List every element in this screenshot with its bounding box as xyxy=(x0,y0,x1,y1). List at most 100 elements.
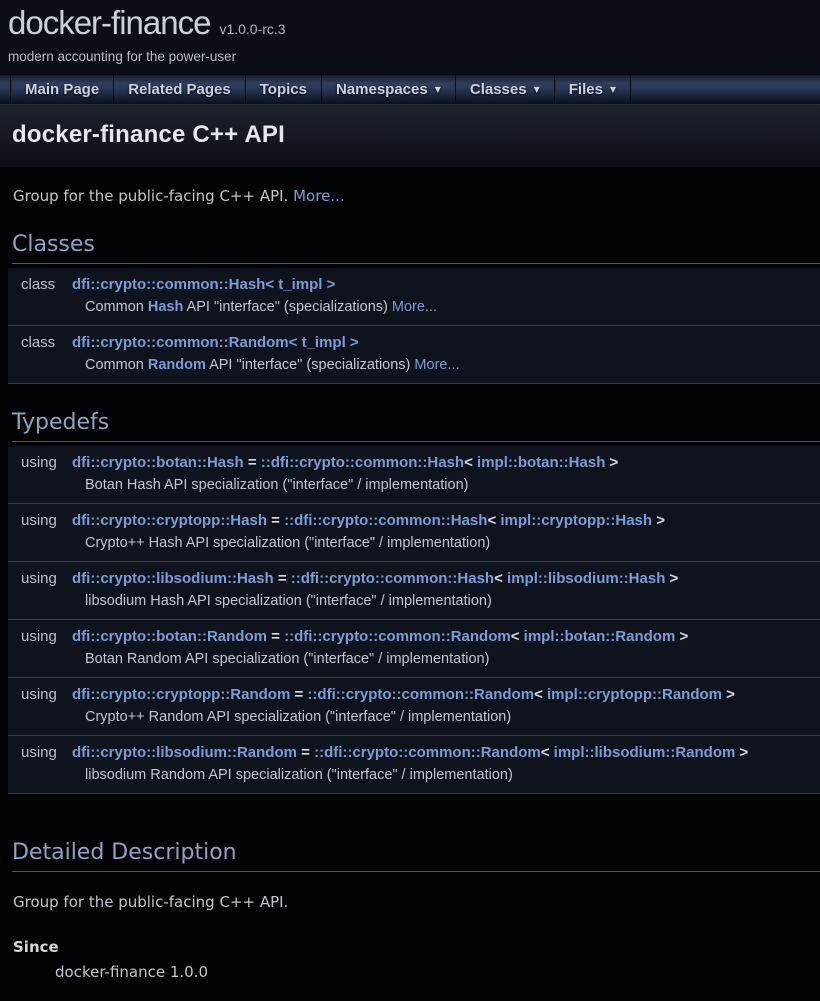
chevron-down-icon: ▼ xyxy=(610,85,616,94)
decl-operator: > xyxy=(605,454,618,471)
member-description: Common Hash API "interface" (specializat… xyxy=(85,296,820,318)
since-block: Since docker-finance 1.0.0 xyxy=(13,938,807,981)
typedef-link[interactable]: dfi::crypto::libsodium::Random xyxy=(72,744,297,761)
member-kind: using xyxy=(8,742,72,764)
decl-operator: < xyxy=(534,686,547,703)
classes-table: class dfi::crypto::common::Hash< t_impl … xyxy=(8,268,820,384)
typedef-link[interactable]: dfi::crypto::botan::Hash xyxy=(72,454,244,471)
group-summary-text: Group for the public-facing C++ API. xyxy=(13,187,288,205)
class-row: class dfi::crypto::common::Random< t_imp… xyxy=(8,326,820,384)
member-description: Botan Random API specialization ("interf… xyxy=(85,648,820,670)
page-title-band: docker-finance C++ API xyxy=(0,104,820,167)
decl-operator: > xyxy=(652,512,665,529)
since-value: docker-finance 1.0.0 xyxy=(55,963,807,981)
class-link[interactable]: dfi::crypto::common::Random< t_impl > xyxy=(72,334,359,351)
member-description: libsodium Random API specialization ("in… xyxy=(85,764,820,786)
nav-tab-label: Files xyxy=(569,81,603,98)
section-heading-typedefs: Typedefs xyxy=(12,410,820,442)
nav-tab-classes[interactable]: Classes ▼ xyxy=(456,75,555,104)
typedef-row: using dfi::crypto::cryptopp::Hash = ::df… xyxy=(8,504,820,562)
template-arg-link[interactable]: impl::libsodium::Random xyxy=(554,744,736,761)
desc-text: API "interface" (specializations) xyxy=(183,299,392,315)
decl-operator: < xyxy=(464,454,477,471)
decl-operator: = xyxy=(244,454,261,471)
class-short-link[interactable]: Random xyxy=(148,357,206,373)
more-link[interactable]: More... xyxy=(392,299,437,315)
target-type-link[interactable]: ::dfi::crypto::common::Random xyxy=(284,628,511,645)
member-kind: using xyxy=(8,684,72,706)
decl-operator: < xyxy=(494,570,507,587)
decl-operator: > xyxy=(675,628,688,645)
member-kind: using xyxy=(8,568,72,590)
typedef-link[interactable]: dfi::crypto::libsodium::Hash xyxy=(72,570,274,587)
nav-tab-label: Related Pages xyxy=(128,81,231,98)
main-nav: Main Page Related Pages Topics Namespace… xyxy=(0,74,820,104)
nav-tab-label: Namespaces xyxy=(336,81,428,98)
decl-operator: > xyxy=(722,686,735,703)
typedef-row: using dfi::crypto::botan::Hash = ::dfi::… xyxy=(8,446,820,504)
typedef-row: using dfi::crypto::libsodium::Hash = ::d… xyxy=(8,562,820,620)
chevron-down-icon: ▼ xyxy=(435,85,441,94)
detailed-description-text: Group for the public-facing C++ API. xyxy=(13,892,807,912)
member-description: libsodium Hash API specialization ("inte… xyxy=(85,590,820,612)
project-version: v1.0.0-rc.3 xyxy=(219,21,285,37)
decl-operator: > xyxy=(735,744,748,761)
project-name: docker-finance xyxy=(8,4,210,42)
member-kind: class xyxy=(8,274,72,296)
page-contents: Group for the public-facing C++ API. Mor… xyxy=(0,186,820,1001)
nav-tab-related-pages[interactable]: Related Pages xyxy=(114,75,246,104)
template-arg-link[interactable]: impl::botan::Hash xyxy=(477,454,605,471)
class-link[interactable]: dfi::crypto::common::Hash< t_impl > xyxy=(72,276,335,293)
decl-operator: = xyxy=(297,744,314,761)
decl-operator: = xyxy=(267,512,284,529)
member-kind: using xyxy=(8,452,72,474)
section-heading-classes: Classes xyxy=(12,232,820,264)
decl-operator: < xyxy=(487,512,500,529)
nav-tab-label: Topics xyxy=(260,81,307,98)
nav-tab-label: Main Page xyxy=(25,81,99,98)
target-type-link[interactable]: ::dfi::crypto::common::Random xyxy=(314,744,541,761)
nav-tab-main-page[interactable]: Main Page xyxy=(10,75,114,104)
group-summary: Group for the public-facing C++ API. Mor… xyxy=(13,186,807,206)
member-kind: using xyxy=(8,510,72,532)
more-link[interactable]: More... xyxy=(293,187,345,205)
target-type-link[interactable]: ::dfi::crypto::common::Hash xyxy=(261,454,464,471)
nav-tab-label: Classes xyxy=(470,81,527,98)
nav-tab-files[interactable]: Files ▼ xyxy=(555,75,631,104)
target-type-link[interactable]: ::dfi::crypto::common::Random xyxy=(307,686,534,703)
target-type-link[interactable]: ::dfi::crypto::common::Hash xyxy=(291,570,494,587)
class-short-link[interactable]: Hash xyxy=(148,299,183,315)
project-brief: modern accounting for the power-user xyxy=(8,49,812,64)
since-label: Since xyxy=(13,938,807,956)
section-heading-detailed-description: Detailed Description xyxy=(12,840,820,872)
template-arg-link[interactable]: impl::cryptopp::Random xyxy=(547,686,722,703)
class-row: class dfi::crypto::common::Hash< t_impl … xyxy=(8,268,820,326)
member-description: Crypto++ Hash API specialization ("inter… xyxy=(85,532,820,554)
template-arg-link[interactable]: impl::botan::Random xyxy=(524,628,676,645)
typedef-row: using dfi::crypto::botan::Random = ::dfi… xyxy=(8,620,820,678)
decl-operator: = xyxy=(274,570,291,587)
page-title: docker-finance C++ API xyxy=(12,121,808,149)
desc-text: API "interface" (specializations) xyxy=(206,357,415,373)
project-header: docker-finance v1.0.0-rc.3 modern accoun… xyxy=(0,0,820,74)
decl-operator: = xyxy=(290,686,307,703)
chevron-down-icon: ▼ xyxy=(534,85,540,94)
typedef-row: using dfi::crypto::cryptopp::Random = ::… xyxy=(8,678,820,736)
desc-text: Common xyxy=(85,357,148,373)
target-type-link[interactable]: ::dfi::crypto::common::Hash xyxy=(284,512,487,529)
template-arg-link[interactable]: impl::cryptopp::Hash xyxy=(500,512,652,529)
nav-tab-topics[interactable]: Topics xyxy=(246,75,322,104)
nav-tab-namespaces[interactable]: Namespaces ▼ xyxy=(322,75,456,104)
typedef-link[interactable]: dfi::crypto::botan::Random xyxy=(72,628,267,645)
typedef-link[interactable]: dfi::crypto::cryptopp::Random xyxy=(72,686,290,703)
member-kind: class xyxy=(8,332,72,354)
member-description: Crypto++ Random API specialization ("int… xyxy=(85,706,820,728)
typedef-row: using dfi::crypto::libsodium::Random = :… xyxy=(8,736,820,794)
member-kind: using xyxy=(8,626,72,648)
more-link[interactable]: More... xyxy=(414,357,459,373)
template-arg-link[interactable]: impl::libsodium::Hash xyxy=(507,570,665,587)
typedef-link[interactable]: dfi::crypto::cryptopp::Hash xyxy=(72,512,267,529)
decl-operator: < xyxy=(511,628,524,645)
decl-operator: > xyxy=(665,570,678,587)
member-description: Botan Hash API specialization ("interfac… xyxy=(85,474,820,496)
